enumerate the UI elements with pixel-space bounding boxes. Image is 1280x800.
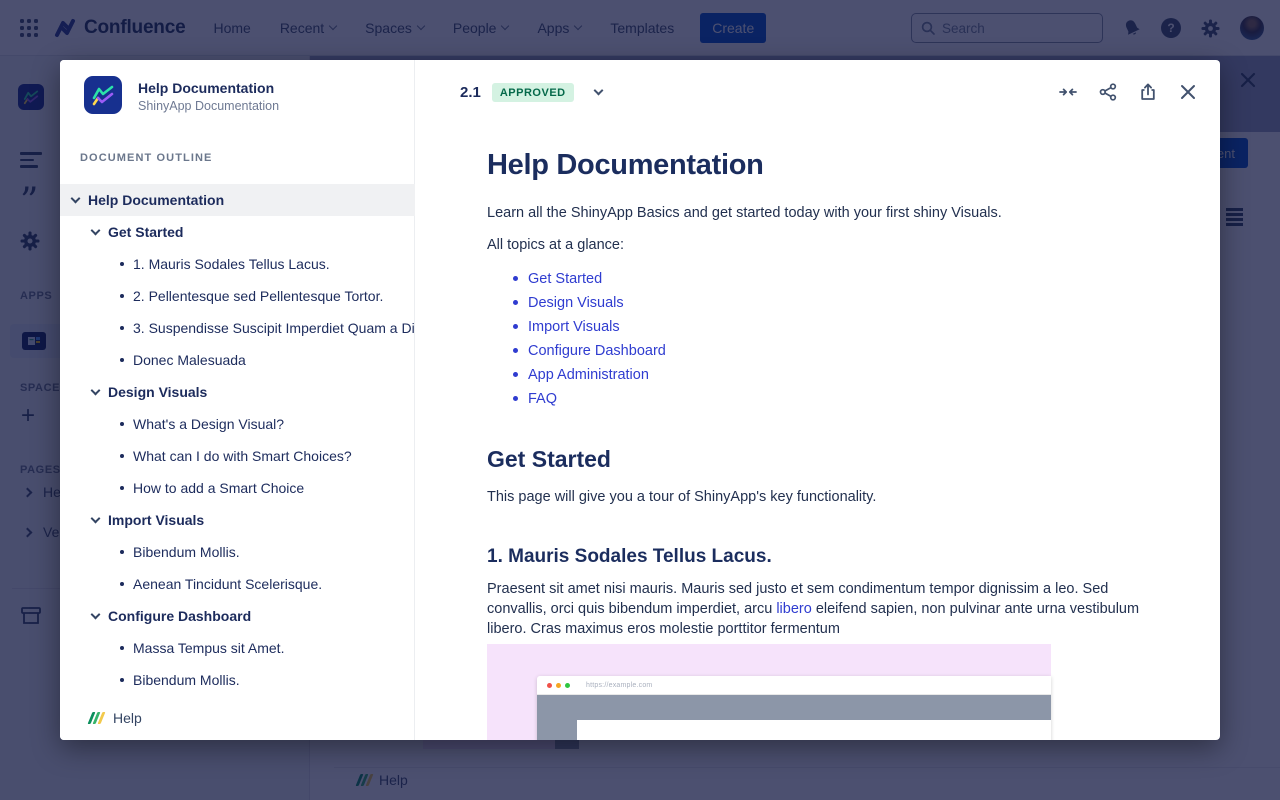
topic-link-list: Get Started Design Visuals Import Visual… bbox=[487, 267, 1171, 411]
browser-inner-panel bbox=[577, 720, 1051, 740]
screen: Confluence Home Recent Spaces People App… bbox=[0, 0, 1280, 800]
list-item: App Administration bbox=[512, 363, 1171, 387]
export-button[interactable] bbox=[1138, 82, 1158, 102]
document-outline-tree: Help Documentation Get Started 1. Mauris… bbox=[60, 184, 415, 696]
bullet-icon bbox=[120, 486, 124, 490]
chevron-down-icon bbox=[91, 513, 101, 523]
bullet-icon bbox=[120, 582, 124, 586]
topic-link-get-started[interactable]: Get Started bbox=[528, 271, 602, 287]
chevron-down-icon bbox=[91, 385, 101, 395]
chevron-down-icon bbox=[71, 193, 81, 203]
toolbar-icons bbox=[1058, 60, 1198, 124]
collapse-panel-button[interactable] bbox=[1058, 82, 1078, 102]
chart-lines-icon bbox=[90, 82, 116, 108]
version-dropdown-chevron-icon[interactable] bbox=[593, 85, 603, 95]
outline-item-design-visuals[interactable]: Design Visuals bbox=[60, 376, 415, 408]
inline-link-libero[interactable]: libero bbox=[776, 601, 811, 617]
screenshot-figure: https://example.com bbox=[487, 644, 1051, 740]
bullet-icon bbox=[120, 678, 124, 682]
close-icon bbox=[1178, 82, 1198, 102]
status-badge: APPROVED bbox=[492, 83, 574, 102]
list-item: FAQ bbox=[512, 387, 1171, 411]
topic-link-design-visuals[interactable]: Design Visuals bbox=[528, 295, 624, 311]
outline-item-import-visuals[interactable]: Import Visuals bbox=[60, 504, 415, 536]
outline-item[interactable]: What's a Design Visual? bbox=[60, 408, 415, 440]
subsection-heading: 1. Mauris Sodales Tellus Lacus. bbox=[487, 545, 1171, 569]
collapse-arrows-icon bbox=[1058, 82, 1078, 102]
outline-item-help-documentation[interactable]: Help Documentation bbox=[60, 184, 415, 216]
outline-item[interactable]: Bibendum Mollis. bbox=[60, 536, 415, 568]
bullet-icon bbox=[120, 422, 124, 426]
help-slashes-icon bbox=[90, 712, 103, 724]
traffic-light-red-icon bbox=[547, 683, 552, 688]
bullet-icon bbox=[120, 326, 124, 330]
page-title: Help Documentation bbox=[487, 148, 1171, 182]
close-modal-button[interactable] bbox=[1178, 82, 1198, 102]
document-content: Help Documentation Learn all the ShinyAp… bbox=[415, 124, 1220, 740]
outline-item[interactable]: Massa Tempus sit Amet. bbox=[60, 632, 415, 664]
topic-link-import-visuals[interactable]: Import Visuals bbox=[528, 319, 620, 335]
document-app-icon bbox=[84, 76, 122, 114]
version-number[interactable]: 2.1 bbox=[460, 84, 481, 101]
list-item: Get Started bbox=[512, 267, 1171, 291]
topic-link-faq[interactable]: FAQ bbox=[528, 391, 557, 407]
chevron-down-icon bbox=[91, 609, 101, 619]
topic-link-app-administration[interactable]: App Administration bbox=[528, 367, 649, 383]
browser-toolbar: https://example.com bbox=[537, 676, 1051, 695]
body-paragraph: Praesent sit amet nisi mauris. Mauris se… bbox=[487, 579, 1171, 639]
outline-item[interactable]: How to add a Smart Choice bbox=[60, 472, 415, 504]
traffic-light-yellow-icon bbox=[556, 683, 561, 688]
section-paragraph: This page will give you a tour of ShinyA… bbox=[487, 487, 1171, 507]
bullet-icon bbox=[120, 294, 124, 298]
document-subtitle: ShinyApp Documentation bbox=[138, 99, 279, 113]
outline-panel: Help Documentation ShinyApp Documentatio… bbox=[60, 60, 415, 740]
topic-link-configure-dashboard[interactable]: Configure Dashboard bbox=[528, 343, 666, 359]
outline-item[interactable]: Aenean Tincidunt Scelerisque. bbox=[60, 568, 415, 600]
list-item: Import Visuals bbox=[512, 315, 1171, 339]
document-reader-modal: Help Documentation ShinyApp Documentatio… bbox=[60, 60, 1220, 740]
share-button[interactable] bbox=[1098, 82, 1118, 102]
outline-help-footer[interactable]: Help bbox=[90, 710, 142, 726]
outline-item[interactable]: Bibendum Mollis. bbox=[60, 664, 415, 696]
list-item: Configure Dashboard bbox=[512, 339, 1171, 363]
outline-heading: DOCUMENT OUTLINE bbox=[80, 152, 212, 164]
outline-item[interactable]: 1. Mauris Sodales Tellus Lacus. bbox=[60, 248, 415, 280]
outline-item[interactable]: Donec Malesuada bbox=[60, 344, 415, 376]
browser-url: https://example.com bbox=[586, 682, 652, 689]
bullet-icon bbox=[120, 262, 124, 266]
export-upload-icon bbox=[1138, 82, 1158, 102]
intro-paragraph: Learn all the ShinyApp Basics and get st… bbox=[487, 203, 1171, 223]
traffic-light-green-icon bbox=[565, 683, 570, 688]
chevron-down-icon bbox=[91, 225, 101, 235]
document-title: Help Documentation bbox=[138, 80, 274, 96]
bullet-icon bbox=[120, 550, 124, 554]
list-item: Design Visuals bbox=[512, 291, 1171, 315]
share-icon bbox=[1098, 82, 1118, 102]
outline-item[interactable]: 2. Pellentesque sed Pellentesque Tortor. bbox=[60, 280, 415, 312]
outline-item-configure-dashboard[interactable]: Configure Dashboard bbox=[60, 600, 415, 632]
bullet-icon bbox=[120, 358, 124, 362]
outline-item[interactable]: 3. Suspendisse Suscipit Imperdiet Quam a… bbox=[60, 312, 415, 344]
outline-item[interactable]: What can I do with Smart Choices? bbox=[60, 440, 415, 472]
document-panel: 2.1 APPROVED bbox=[415, 60, 1220, 740]
section-heading-get-started: Get Started bbox=[487, 445, 1171, 473]
topics-lead: All topics at a glance: bbox=[487, 235, 1171, 255]
bullet-icon bbox=[120, 646, 124, 650]
outline-item-get-started[interactable]: Get Started bbox=[60, 216, 415, 248]
bullet-icon bbox=[120, 454, 124, 458]
browser-body bbox=[537, 695, 1051, 740]
browser-mockup: https://example.com bbox=[537, 676, 1051, 740]
document-toolbar: 2.1 APPROVED bbox=[415, 60, 1220, 124]
